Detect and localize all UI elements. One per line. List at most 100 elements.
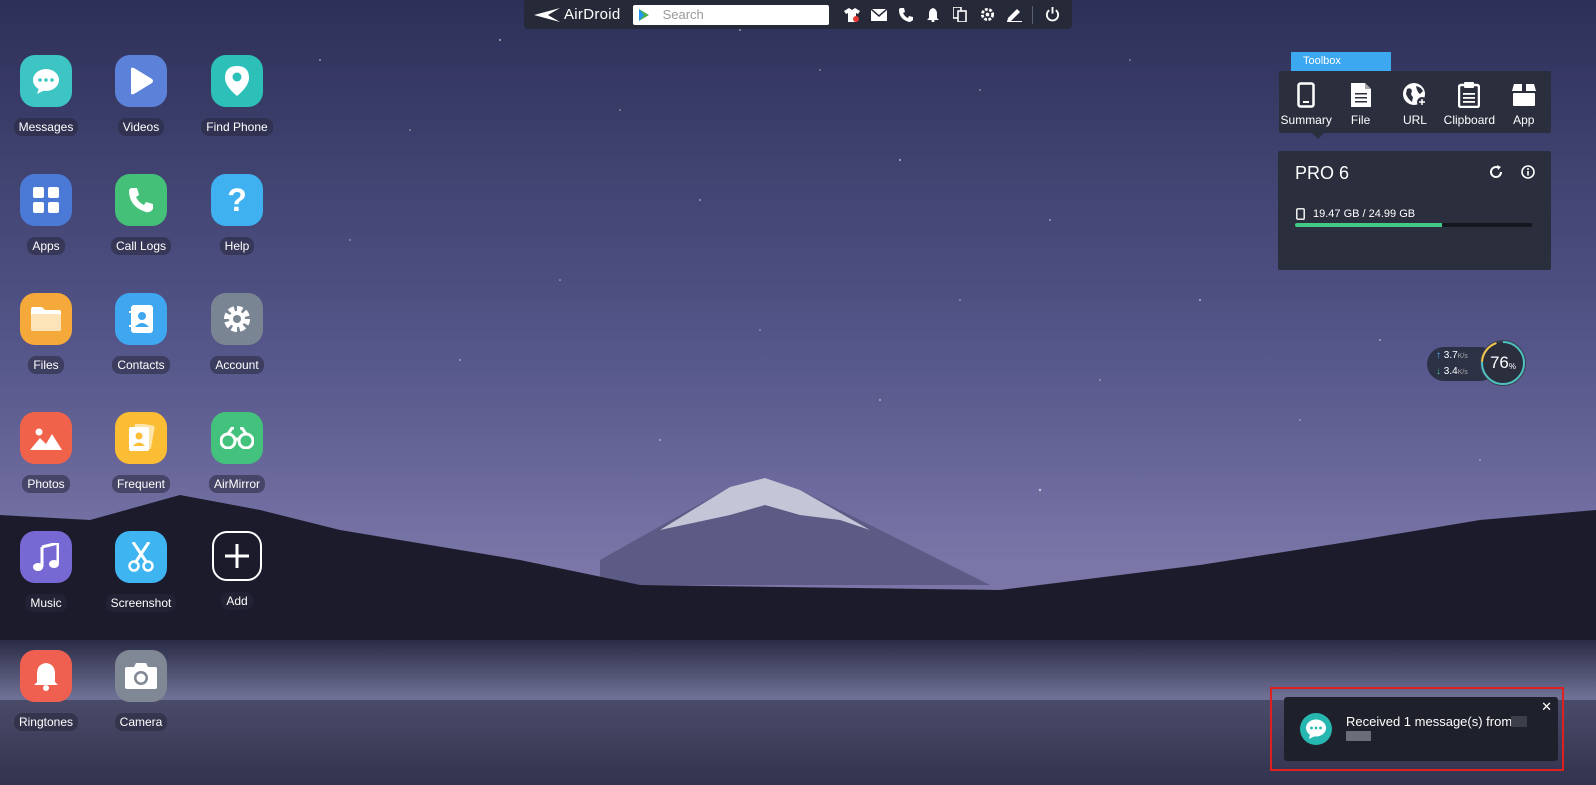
- tshirt-icon[interactable]: [839, 1, 866, 28]
- app-label: Contacts: [112, 356, 170, 374]
- app-label: Call Logs: [110, 237, 172, 255]
- landscape-icon: [20, 412, 72, 464]
- transfer-icon[interactable]: [947, 1, 974, 28]
- phone-small-icon: [1296, 208, 1305, 220]
- toolbox-tab[interactable]: Toolbox: [1291, 52, 1391, 71]
- plus-icon: [212, 531, 262, 581]
- app-label: Files: [28, 356, 64, 374]
- toolbox-panel: Summary File URL Clipboard App: [1279, 71, 1551, 133]
- app-account[interactable]: Account: [192, 293, 282, 374]
- app-screenshot[interactable]: Screenshot: [96, 531, 186, 612]
- app-label: Photos: [22, 475, 70, 493]
- music-note-icon: [20, 531, 72, 583]
- app-help[interactable]: ? Help: [192, 174, 282, 255]
- network-speed-widget[interactable]: ↑ 3.7K/s ↓ 3.4K/s 76%: [1427, 340, 1527, 386]
- phone-icon[interactable]: [893, 1, 920, 28]
- download-arrow-icon: ↓: [1436, 366, 1441, 377]
- package-icon: [1511, 81, 1536, 109]
- toolbar-divider: [1031, 5, 1033, 24]
- close-notification-button[interactable]: ✕: [1541, 699, 1552, 715]
- bell-icon[interactable]: [920, 1, 947, 28]
- message-notification[interactable]: Received 1 message(s) from ✕: [1284, 697, 1558, 761]
- binoculars-icon: [211, 412, 263, 464]
- app-label: Help: [219, 237, 255, 255]
- upload-speed: ↑ 3.7K/s: [1436, 350, 1468, 361]
- app-photos[interactable]: Photos: [1, 412, 91, 493]
- pen-icon[interactable]: [1001, 1, 1028, 28]
- storage-text: 19.47 GB / 24.99 GB: [1313, 208, 1416, 220]
- app-label: Camera: [114, 713, 168, 731]
- tool-summary[interactable]: Summary: [1280, 81, 1332, 127]
- app-camera[interactable]: Camera: [96, 650, 186, 731]
- grid-icon: [20, 174, 72, 226]
- contact-book-icon: [115, 293, 167, 345]
- search-input[interactable]: [660, 6, 825, 23]
- upload-unit: K/s: [1457, 353, 1468, 360]
- app-frequent[interactable]: Frequent: [96, 412, 186, 493]
- gear-icon[interactable]: [974, 1, 1001, 28]
- airdroid-logo[interactable]: AirDroid: [534, 6, 621, 23]
- scissors-icon: [115, 531, 167, 583]
- app-videos[interactable]: Videos: [96, 55, 186, 136]
- app-label: Ringtones: [13, 713, 79, 731]
- app-label: AirMirror: [209, 475, 265, 493]
- chat-bubble-icon: [1300, 713, 1332, 745]
- question-icon: ?: [211, 174, 263, 226]
- logo-text: AirDroid: [564, 6, 621, 23]
- app-add[interactable]: Add: [192, 531, 282, 610]
- tool-label: Summary: [1280, 113, 1332, 127]
- phone-call-icon: [115, 174, 167, 226]
- refresh-icon[interactable]: [1489, 165, 1503, 184]
- top-toolbar: AirDroid: [524, 0, 1072, 29]
- app-call-logs[interactable]: Call Logs: [96, 174, 186, 255]
- app-label: Screenshot: [105, 594, 177, 612]
- tool-label: Clipboard: [1443, 113, 1496, 127]
- app-label: Account: [210, 356, 264, 374]
- tool-file[interactable]: File: [1336, 81, 1386, 127]
- tool-label: URL: [1402, 113, 1427, 127]
- airdroid-logo-icon: [534, 7, 560, 22]
- app-contacts[interactable]: Contacts: [96, 293, 186, 374]
- clipboard-icon: [1458, 81, 1481, 109]
- gauge-ring: [1481, 341, 1525, 385]
- info-icon[interactable]: [1521, 165, 1535, 184]
- camera-icon: [115, 650, 167, 702]
- redacted-content: [1346, 731, 1371, 741]
- app-label: Frequent: [111, 475, 171, 493]
- upload-value: 3.7: [1443, 350, 1458, 361]
- tool-app[interactable]: App: [1499, 81, 1549, 127]
- app-apps[interactable]: Apps: [1, 174, 91, 255]
- app-label: Videos: [117, 118, 165, 136]
- app-ringtones[interactable]: Ringtones: [1, 650, 91, 731]
- folder-icon: [20, 293, 72, 345]
- tool-label: File: [1350, 113, 1371, 127]
- upload-arrow-icon: ↑: [1436, 350, 1441, 361]
- globe-icon: [1402, 81, 1428, 109]
- document-icon: [1350, 81, 1371, 109]
- phone-outline-icon: [1297, 81, 1315, 109]
- storage-info: 19.47 GB / 24.99 GB: [1296, 208, 1415, 220]
- download-value: 3.4: [1443, 366, 1458, 377]
- redacted-sender: [1511, 716, 1527, 727]
- power-icon[interactable]: [1039, 1, 1066, 28]
- app-music[interactable]: Music: [1, 531, 91, 612]
- memory-gauge: 76%: [1480, 340, 1526, 386]
- location-pin-icon: [211, 55, 263, 107]
- device-summary-card: PRO 6 19.47 GB / 24.99 GB: [1278, 151, 1551, 270]
- tool-url[interactable]: URL: [1390, 81, 1440, 127]
- app-find-phone[interactable]: Find Phone: [192, 55, 282, 136]
- download-speed: ↓ 3.4K/s: [1436, 366, 1468, 377]
- toolbox-pointer: [1312, 133, 1324, 139]
- app-messages[interactable]: Messages: [1, 55, 91, 136]
- mail-icon[interactable]: [866, 1, 893, 28]
- download-unit: K/s: [1457, 369, 1468, 376]
- tool-clipboard[interactable]: Clipboard: [1443, 81, 1496, 127]
- app-airmirror[interactable]: AirMirror: [192, 412, 282, 493]
- app-label: Add: [221, 592, 253, 610]
- tool-label: App: [1513, 113, 1535, 127]
- app-files[interactable]: Files: [1, 293, 91, 374]
- search-box[interactable]: [632, 4, 829, 25]
- app-label: Music: [25, 594, 67, 612]
- bell-icon: [20, 650, 72, 702]
- app-label: Find Phone: [201, 118, 273, 136]
